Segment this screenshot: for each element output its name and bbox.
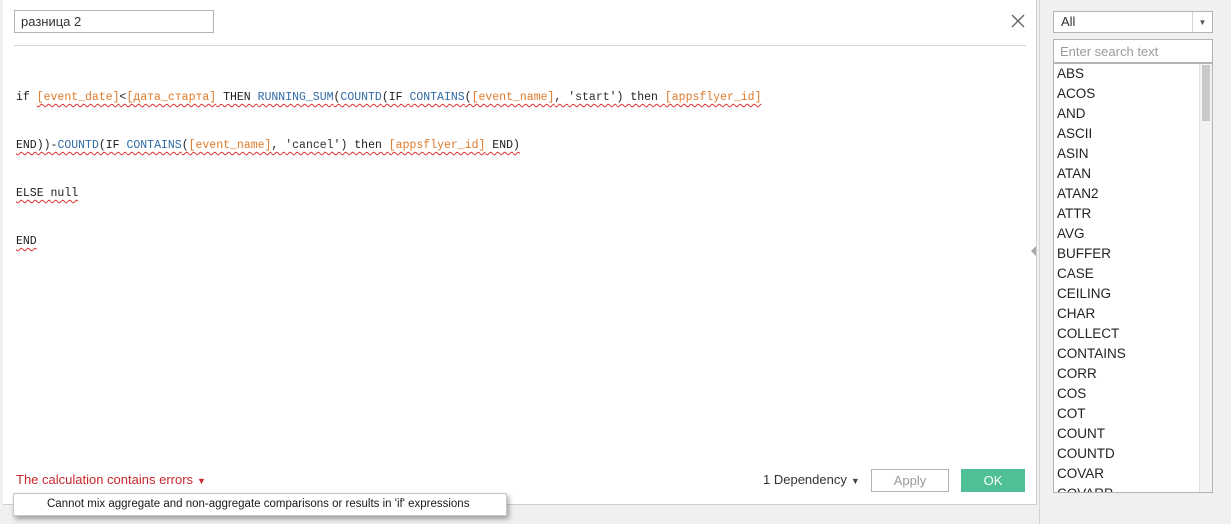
- formula-token: then: [630, 91, 665, 104]
- formula-line-2: END))-COUNTD(IF CONTAINS([event_name], '…: [16, 138, 1026, 154]
- calculation-name-input[interactable]: [14, 10, 214, 33]
- function-list-item[interactable]: AVG: [1054, 225, 1199, 245]
- formula-token: END: [485, 139, 514, 152]
- formula-token: CONTAINS: [409, 91, 465, 104]
- formula-token: END: [16, 139, 37, 152]
- function-list-item[interactable]: CEILING: [1054, 285, 1199, 305]
- caret-down-icon: ▼: [197, 475, 206, 486]
- function-list-item[interactable]: ATAN: [1054, 165, 1199, 185]
- function-list-item[interactable]: ATAN2: [1054, 185, 1199, 205]
- functions-panel: All ▼ ABSACOSANDASCIIASINATANATAN2ATTRAV…: [1039, 0, 1231, 524]
- scrollbar-thumb[interactable]: [1202, 65, 1210, 121]
- formula-token: [event_name]: [188, 139, 272, 152]
- formula-line-3: ELSE null: [16, 186, 1026, 202]
- function-list-item[interactable]: COS: [1054, 385, 1199, 405]
- function-list-item[interactable]: ATTR: [1054, 205, 1199, 225]
- formula-token: [дата_старта]: [126, 91, 217, 104]
- formula-token: ): [340, 139, 355, 152]
- function-list-item[interactable]: CONTAINS: [1054, 345, 1199, 365]
- caret-down-icon: ▼: [850, 475, 860, 486]
- function-list-item[interactable]: AND: [1054, 105, 1199, 125]
- function-list-item[interactable]: CHAR: [1054, 305, 1199, 325]
- calculation-editor-window: if [event_date]<[дата_старта] THEN RUNNI…: [0, 0, 1231, 524]
- formula-token: ))-: [36, 139, 58, 152]
- formula-token: COUNTD: [340, 91, 382, 104]
- formula-token: ): [513, 139, 520, 152]
- formula-token: ,: [271, 139, 286, 152]
- collapse-panel-icon[interactable]: [1028, 243, 1038, 259]
- close-icon[interactable]: [1009, 12, 1027, 30]
- function-list-item[interactable]: COLLECT: [1054, 325, 1199, 345]
- function-list-item[interactable]: COVARP: [1054, 485, 1199, 492]
- function-category-select[interactable]: All ▼: [1053, 11, 1213, 33]
- error-message-text: Cannot mix aggregate and non-aggregate c…: [47, 498, 470, 510]
- formula-token: [appsflyer_id]: [664, 91, 762, 104]
- formula-token: if: [16, 91, 37, 104]
- formula-token: then: [354, 139, 389, 152]
- function-list[interactable]: ABS ACOS AND ASCII ASIN ATAN ATAN2 ATTR AVG BUFFE…: [1053, 63, 1213, 493]
- formula-token: ELSE: [16, 187, 51, 200]
- function-list-item[interactable]: ACOS: [1054, 85, 1199, 105]
- formula-editor[interactable]: if [event_date]<[дата_старта] THEN RUNNI…: [16, 58, 1026, 448]
- formula-line-1: if [event_date]<[дата_старта] THEN RUNNI…: [16, 90, 1026, 106]
- function-list-item[interactable]: COT: [1054, 405, 1199, 425]
- calculation-dialog: if [event_date]<[дата_старта] THEN RUNNI…: [3, 0, 1037, 505]
- formula-token: (: [464, 91, 472, 104]
- formula-token: null: [50, 187, 79, 200]
- formula-token: (IF: [98, 139, 127, 152]
- formula-token: [appsflyer_id]: [388, 139, 486, 152]
- formula-token: END: [16, 235, 37, 248]
- calculation-errors-dropdown[interactable]: The calculation contains errors ▼: [16, 472, 206, 487]
- error-status-label: The calculation contains errors: [16, 472, 194, 487]
- header-divider: [14, 45, 1026, 46]
- function-list-item[interactable]: ASIN: [1054, 145, 1199, 165]
- formula-line-4: END: [16, 234, 1026, 250]
- function-list-item[interactable]: COVAR: [1054, 465, 1199, 485]
- chevron-down-icon: ▼: [1192, 12, 1212, 32]
- apply-button[interactable]: Apply: [871, 469, 949, 492]
- function-list-item[interactable]: ASCII: [1054, 125, 1199, 145]
- function-list-item[interactable]: CORR: [1054, 365, 1199, 385]
- function-list-items: ABS ACOS AND ASCII ASIN ATAN ATAN2 ATTR AVG BUFFE…: [1054, 65, 1199, 492]
- dependency-dropdown[interactable]: 1 Dependency ▼: [763, 472, 860, 487]
- formula-token: ): [616, 91, 631, 104]
- formula-token: (: [181, 139, 189, 152]
- formula-token: CONTAINS: [126, 139, 182, 152]
- ok-button[interactable]: OK: [961, 469, 1025, 492]
- formula-token: COUNTD: [57, 139, 99, 152]
- formula-token: 'cancel': [285, 139, 341, 152]
- function-list-item[interactable]: COUNT: [1054, 425, 1199, 445]
- function-list-item[interactable]: ABS: [1054, 65, 1199, 85]
- function-list-item[interactable]: BUFFER: [1054, 245, 1199, 265]
- dependency-label: 1 Dependency: [763, 472, 847, 487]
- formula-token: 'start': [568, 91, 617, 104]
- formula-token: [event_date]: [36, 91, 120, 104]
- formula-token: [event_name]: [471, 91, 555, 104]
- function-search-input[interactable]: [1053, 39, 1213, 63]
- function-list-scrollbar[interactable]: [1199, 64, 1212, 492]
- formula-token: RUNNING_SUM: [257, 91, 334, 104]
- function-category-value: All: [1061, 14, 1076, 29]
- formula-token: THEN: [216, 91, 258, 104]
- formula-token: ,: [554, 91, 569, 104]
- formula-token: (IF: [381, 91, 410, 104]
- function-list-item[interactable]: COUNTD: [1054, 445, 1199, 465]
- function-list-item[interactable]: CASE: [1054, 265, 1199, 285]
- error-message-tooltip: Cannot mix aggregate and non-aggregate c…: [13, 493, 507, 516]
